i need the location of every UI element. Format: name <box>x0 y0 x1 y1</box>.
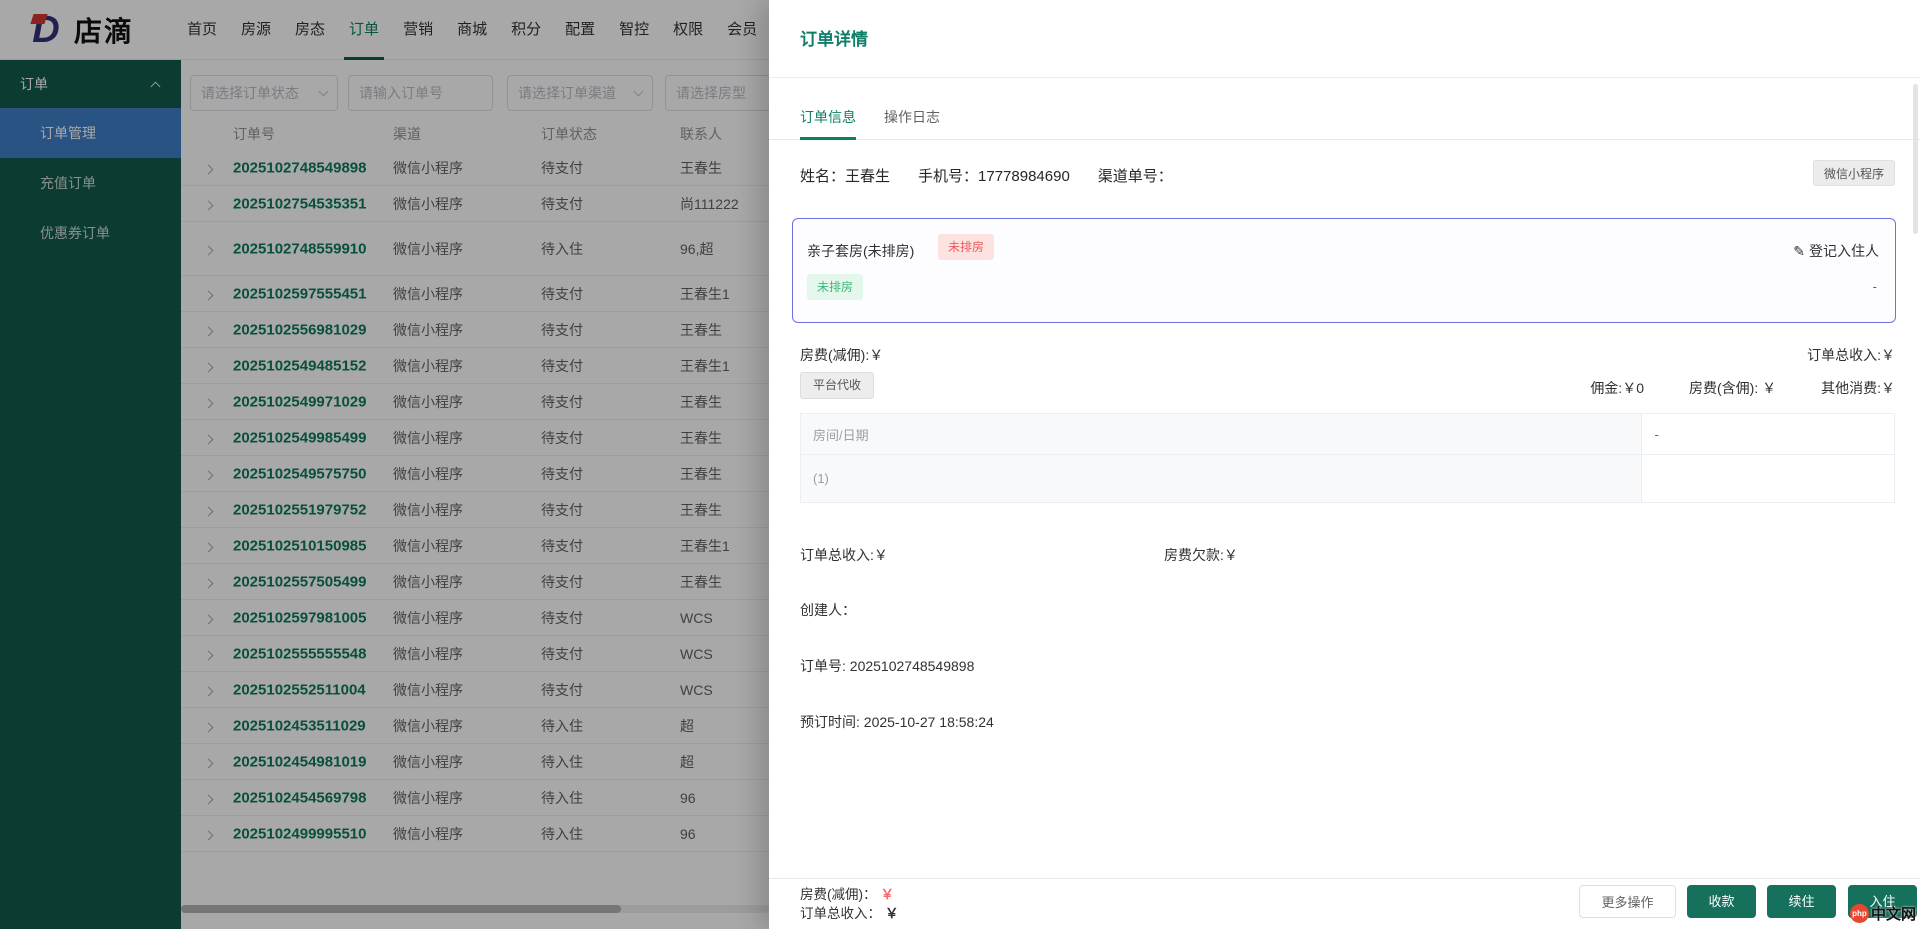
app-root: D 店滴 首页房源房态订单营销商城积分配置智控权限会员账号 订单 订单管理充值订… <box>0 0 1920 929</box>
fee-label-0: 佣金:￥0 <box>1590 378 1644 398</box>
fee-label-1: 房费(含佣): ￥ <box>1689 378 1776 398</box>
order-detail-drawer: 订单详情 订单信息 操作日志 姓名：王春生 手机号：17778984690 渠道单号… <box>769 0 1920 929</box>
room-date-data-row: (1) <box>801 454 1894 502</box>
channel-badge: 微信小程序 <box>1813 160 1895 186</box>
guest-info-segment-1: 手机号：17778984690 <box>918 165 1070 186</box>
drawer-tabs: 订单信息 操作日志 <box>769 95 1920 140</box>
room-date-header-value: - <box>1642 414 1894 454</box>
room-card: 亲子套房(未排房) 未排房 ✎登记入住人 未排房 - <box>792 218 1896 323</box>
fee-label-2: 其他消费:￥ <box>1821 378 1895 398</box>
续住-button[interactable]: 续住 <box>1767 885 1836 918</box>
summary-total-income: 订单总收入:￥ <box>800 545 888 565</box>
room-name: 亲子套房(未排房) <box>807 241 914 261</box>
register-guest-link[interactable]: ✎登记入住人 <box>1793 241 1879 261</box>
unassigned-room-badge-red: 未排房 <box>938 234 994 260</box>
收款-button[interactable]: 收款 <box>1687 885 1756 918</box>
footer-fee-line2: 订单总收入：￥ <box>800 904 899 923</box>
watermark-text: 中文网 <box>1871 903 1916 924</box>
platform-collect-badge: 平台代收 <box>800 372 874 399</box>
total-income-label: 订单总收入:￥ <box>1807 345 1895 365</box>
summary-room-debt: 房费欠款:￥ <box>1164 545 1238 565</box>
room-date-header-row: 房间/日期 - <box>801 414 1894 454</box>
更多操作-button[interactable]: 更多操作 <box>1579 885 1676 918</box>
divider <box>769 77 1920 78</box>
unassigned-room-badge-green: 未排房 <box>807 274 863 300</box>
summary-order-no: 订单号: 2025102748549898 <box>800 656 974 676</box>
yen-symbol-red: ￥ <box>881 887 895 902</box>
guest-info-row: 姓名：王春生 手机号：17778984690 渠道单号： <box>800 165 1173 186</box>
room-fee-label: 房费(减佣):￥ <box>800 345 883 365</box>
drawer-footer: 房费(减佣)：￥ 订单总收入：￥ 更多操作收款续住入住 <box>769 878 1920 929</box>
modal-dim-overlay[interactable] <box>0 0 769 929</box>
fee-summary-line: 房费(减佣):￥ 订单总收入:￥ <box>800 345 1895 365</box>
guest-info-segment-0: 姓名：王春生 <box>800 165 890 186</box>
guest-info-segment-2: 渠道单号： <box>1098 165 1173 186</box>
php-logo-icon: php <box>1850 904 1869 923</box>
footer-fee-line1: 房费(减佣)：￥ <box>800 885 899 904</box>
summary-creator: 创建人： <box>800 600 856 620</box>
room-date-header-cell: 房间/日期 <box>801 414 1642 454</box>
room-date-row-value <box>1642 455 1894 502</box>
tab-operation-log[interactable]: 操作日志 <box>884 107 940 127</box>
tab-order-info[interactable]: 订单信息 <box>800 107 856 127</box>
footer-fee-lines: 房费(减佣)：￥ 订单总收入：￥ <box>800 885 899 923</box>
room-date-table: 房间/日期 - (1) <box>800 413 1895 503</box>
drawer-title: 订单详情 <box>800 25 868 50</box>
drawer-vertical-scrollbar[interactable] <box>1913 84 1918 234</box>
yen-symbol-dark: ￥ <box>885 906 899 921</box>
room-card-dash: - <box>1873 279 1877 294</box>
room-date-row-cell: (1) <box>801 455 1642 502</box>
pencil-icon: ✎ <box>1793 243 1805 259</box>
active-tab-underline <box>800 137 856 140</box>
summary-book-time: 预订时间: 2025-10-27 18:58:24 <box>800 712 994 732</box>
fee-detail-labels: 佣金:￥0 房费(含佣): ￥ 其他消费:￥ <box>1590 378 1895 398</box>
php-cn-watermark: php 中文网 <box>1850 903 1916 924</box>
